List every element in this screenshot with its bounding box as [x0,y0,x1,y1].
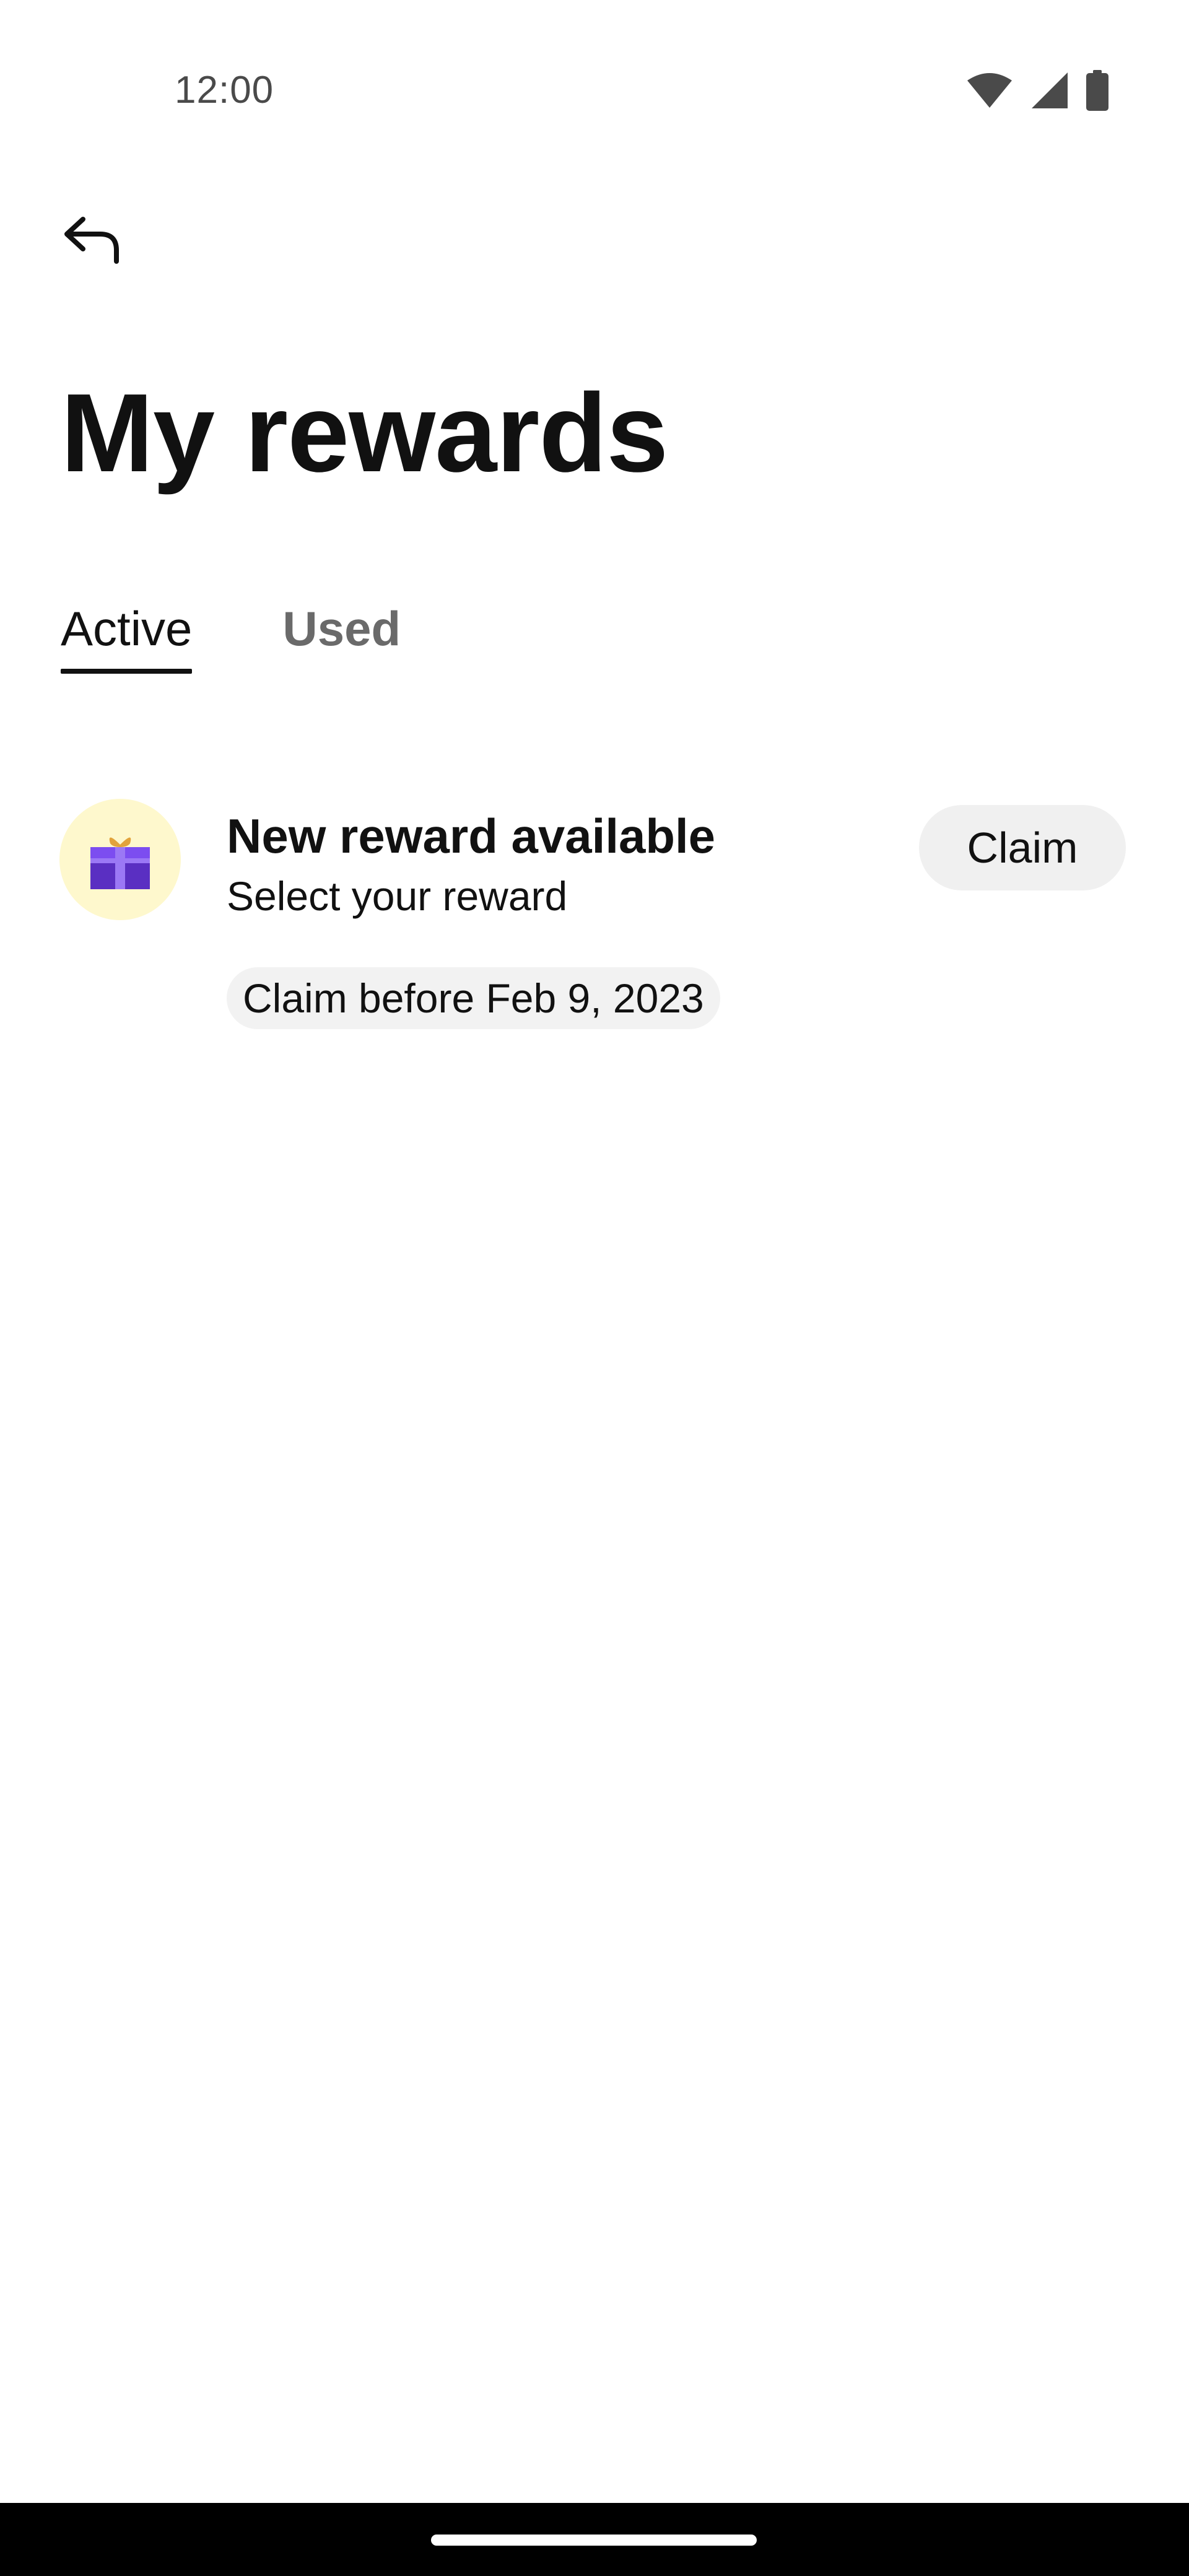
tab-used[interactable]: Used [282,594,401,670]
system-navigation-bar [0,2503,1189,2576]
tab-used-label: Used [282,601,401,656]
claim-button[interactable]: Claim [919,805,1126,890]
reward-list-item: New reward available Select your reward … [0,799,1189,1046]
status-time: 12:00 [175,69,274,111]
tab-active[interactable]: Active [61,594,193,674]
reward-subtitle: Select your reward [227,873,568,919]
reward-icon-container [59,799,181,920]
tab-bar: Active Used [61,594,401,674]
page-title: My rewards [61,371,668,495]
status-icons [966,68,1108,113]
tab-active-indicator [61,669,193,674]
back-button[interactable] [48,198,135,285]
gift-icon [88,826,152,894]
rewards-screen: 12:00 My rewards Active Used New reward … [0,0,1189,2576]
wifi-icon [966,72,1013,109]
home-indicator[interactable] [431,2535,757,2546]
cellular-signal-icon [1030,71,1069,110]
claim-deadline-chip: Claim before Feb 9, 2023 [227,967,720,1029]
reward-title: New reward available [227,809,716,863]
battery-icon [1086,70,1108,111]
back-arrow-icon [62,215,121,268]
tab-active-label: Active [61,601,193,656]
